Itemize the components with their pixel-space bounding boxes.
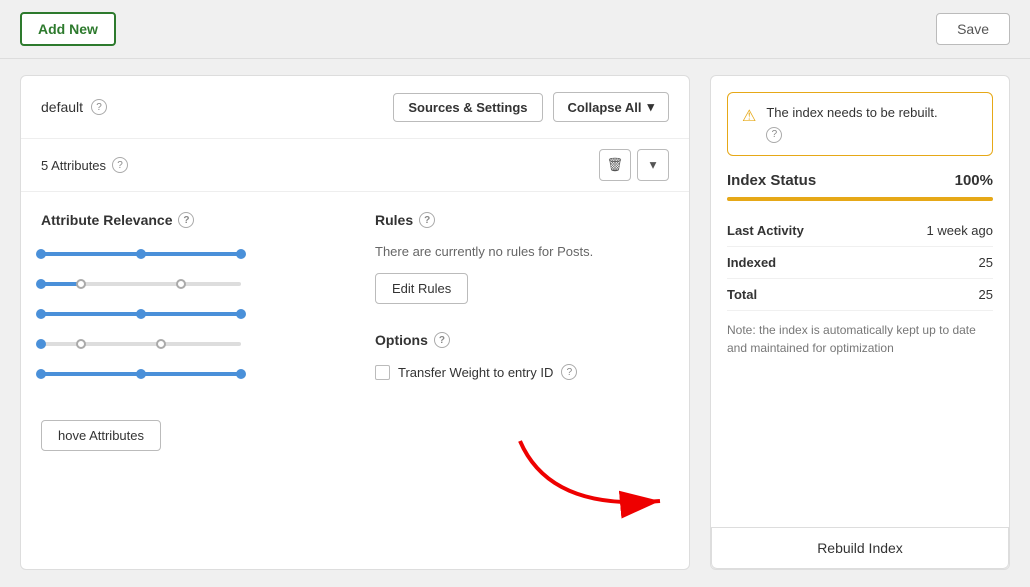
panel-header: default ? Sources & Settings Collapse Al…: [21, 76, 689, 139]
index-status-title: Index Status: [727, 172, 816, 189]
panel-header-right: Sources & Settings Collapse All ▾: [393, 92, 669, 122]
slider-row: [41, 304, 335, 324]
rules-section: Rules ? There are currently no rules for…: [375, 212, 669, 384]
chevron-down-icon: ▾: [647, 99, 654, 115]
options-help-icon[interactable]: ?: [434, 332, 450, 348]
left-panel: default ? Sources & Settings Collapse Al…: [20, 75, 690, 570]
index-status-percentage: 100%: [955, 172, 993, 189]
slider-row: [41, 274, 335, 294]
expand-button[interactable]: ▾: [637, 149, 669, 181]
options-section: Options ? Transfer Weight to entry ID ?: [375, 332, 669, 380]
transfer-weight-help-icon[interactable]: ?: [561, 364, 577, 380]
last-activity-value: 1 week ago: [927, 223, 994, 238]
slider-row: [41, 364, 335, 384]
attributes-bar: 5 Attributes ? 🗑 ▾: [21, 139, 689, 192]
panel-header-left: default ?: [41, 99, 107, 115]
default-help-icon[interactable]: ?: [91, 99, 107, 115]
alert-box: ⚠ The index needs to be rebuilt. ?: [727, 92, 993, 156]
attributes-count: 5 Attributes: [41, 158, 106, 173]
trash-icon: 🗑: [607, 157, 624, 173]
slider-dot-left[interactable]: [36, 279, 46, 289]
slider-dot-right[interactable]: [236, 309, 246, 319]
slider-dot-left[interactable]: [36, 309, 46, 319]
progress-bar: [727, 197, 993, 201]
attributes-help-icon[interactable]: ?: [112, 157, 128, 173]
slider-dot-right[interactable]: [236, 369, 246, 379]
slider-dot-right[interactable]: [156, 339, 166, 349]
indexed-value: 25: [979, 255, 993, 270]
last-activity-row: Last Activity 1 week ago: [727, 215, 993, 247]
edit-rules-button[interactable]: Edit Rules: [375, 273, 468, 304]
indexed-label: Indexed: [727, 255, 776, 270]
slider-dot-mid[interactable]: [76, 339, 86, 349]
slider-dot-left[interactable]: [36, 339, 46, 349]
alert-text: The index needs to be rebuilt.: [766, 105, 937, 120]
slider-row: [41, 334, 335, 354]
content-sections: Attribute Relevance ?: [21, 192, 689, 404]
slider-dot-left[interactable]: [36, 249, 46, 259]
slider-dot-right[interactable]: [176, 279, 186, 289]
slider-row: [41, 244, 335, 264]
collapse-all-label: Collapse All: [568, 100, 642, 115]
note-text: Note: the index is automatically kept up…: [727, 321, 993, 357]
slider-track[interactable]: [41, 312, 241, 316]
transfer-weight-row: Transfer Weight to entry ID ?: [375, 364, 669, 380]
default-label: default: [41, 99, 83, 115]
chevron-down-icon: ▾: [650, 157, 657, 173]
rebuild-index-button[interactable]: Rebuild Index: [711, 527, 1009, 569]
slider-fill: [41, 282, 81, 286]
slider-track[interactable]: [41, 252, 241, 256]
alert-content: The index needs to be rebuilt. ?: [766, 105, 937, 143]
slider-dot-mid[interactable]: [136, 369, 146, 379]
slider-track[interactable]: [41, 342, 241, 346]
attributes-actions: 🗑 ▾: [599, 149, 669, 181]
slider-track[interactable]: [41, 372, 241, 376]
delete-button[interactable]: 🗑: [599, 149, 631, 181]
slider-dot-mid[interactable]: [76, 279, 86, 289]
main-content: default ? Sources & Settings Collapse Al…: [0, 59, 1030, 586]
add-new-button[interactable]: Add New: [20, 12, 116, 46]
slider-track[interactable]: [41, 282, 241, 286]
slider-dot-left[interactable]: [36, 369, 46, 379]
relevance-help-icon[interactable]: ?: [178, 212, 194, 228]
alert-help-icon[interactable]: ?: [766, 127, 782, 143]
indexed-row: Indexed 25: [727, 247, 993, 279]
transfer-weight-checkbox[interactable]: [375, 365, 390, 380]
slider-dot-right[interactable]: [236, 249, 246, 259]
sources-settings-button[interactable]: Sources & Settings: [393, 93, 542, 122]
rules-help-icon[interactable]: ?: [419, 212, 435, 228]
total-label: Total: [727, 287, 757, 302]
rules-empty-text: There are currently no rules for Posts.: [375, 244, 669, 259]
options-title: Options ?: [375, 332, 669, 348]
attribute-relevance-section: Attribute Relevance ?: [41, 212, 335, 384]
rules-title: Rules ?: [375, 212, 669, 228]
top-bar: Add New Save: [0, 0, 1030, 59]
right-panel-content: ⚠ The index needs to be rebuilt. ? Index…: [711, 76, 1009, 527]
last-activity-label: Last Activity: [727, 223, 804, 238]
slider-dot-mid[interactable]: [136, 249, 146, 259]
attributes-label: 5 Attributes ?: [41, 157, 128, 173]
sliders-container: [41, 244, 335, 384]
total-row: Total 25: [727, 279, 993, 311]
right-panel: ⚠ The index needs to be rebuilt. ? Index…: [710, 75, 1010, 570]
warning-icon: ⚠: [742, 106, 756, 126]
attribute-relevance-title: Attribute Relevance ?: [41, 212, 335, 228]
transfer-weight-label: Transfer Weight to entry ID: [398, 365, 553, 380]
slider-dot-mid[interactable]: [136, 309, 146, 319]
save-button[interactable]: Save: [936, 13, 1010, 45]
move-attributes-button[interactable]: hove Attributes: [41, 420, 161, 451]
collapse-all-button[interactable]: Collapse All ▾: [553, 92, 669, 122]
index-status-header: Index Status 100%: [727, 172, 993, 189]
progress-fill: [727, 197, 993, 201]
total-value: 25: [979, 287, 993, 302]
